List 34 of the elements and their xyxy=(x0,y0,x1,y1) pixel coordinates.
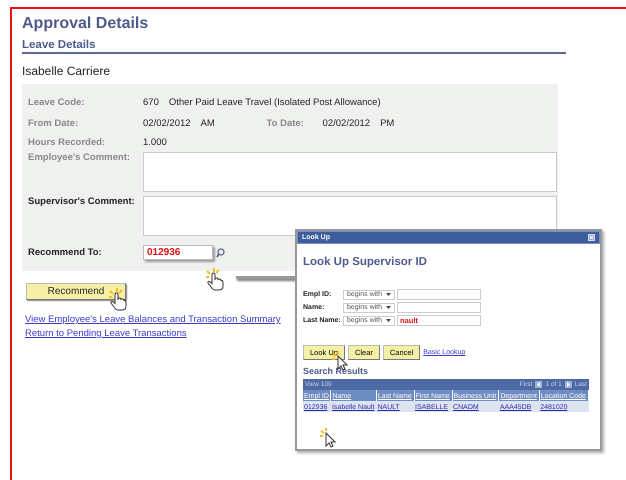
results-heading: Search Results xyxy=(303,366,370,376)
leave-code: 670 xyxy=(143,97,159,108)
recommend-button[interactable]: Recommend xyxy=(26,283,126,300)
page-title: Approval Details xyxy=(22,15,150,33)
criteria-input[interactable] xyxy=(397,302,481,313)
field-label: Hours Recorded: xyxy=(28,136,106,148)
caret-icon xyxy=(386,293,391,296)
previous-icon[interactable] xyxy=(535,381,542,388)
leave-description: Other Paid Leave Travel (Isolated Post Allowance) xyxy=(168,97,381,108)
recommend-input[interactable]: 012936 xyxy=(143,245,213,260)
field-label: Employee's Comment: xyxy=(28,152,132,163)
link[interactable]: Return to Pending Leave Transactions xyxy=(25,328,187,339)
criteria-input[interactable] xyxy=(397,289,481,300)
field-label: From Date: xyxy=(28,118,80,129)
caret-icon xyxy=(386,319,391,322)
next-icon[interactable] xyxy=(564,381,572,388)
hand-cursor-icon xyxy=(205,267,225,291)
arrow-cursor-icon xyxy=(320,428,336,448)
field-label: Leave Code: xyxy=(28,97,86,108)
search-icon[interactable] xyxy=(216,248,225,258)
hand-cursor-icon xyxy=(108,287,128,311)
section-heading: Leave Details xyxy=(22,39,566,54)
from-date: 02/02/2012 xyxy=(143,118,191,129)
field-label: Recommend To: xyxy=(28,247,103,258)
to-date: 02/02/2012 xyxy=(322,118,370,129)
employee-name: Isabelle Carriere xyxy=(22,64,112,78)
caret-icon xyxy=(386,306,391,309)
hours-value: 1.000 xyxy=(143,136,167,148)
link[interactable]: View Employee's Leave Balances and Transaction Summary xyxy=(25,314,281,325)
field-label: Supervisor's Comment: xyxy=(28,196,136,207)
to-period: PM xyxy=(380,118,394,129)
from-period: AM xyxy=(200,118,216,129)
dialog-heading: Look Up Supervisor ID xyxy=(303,256,428,268)
field-label: To Date: xyxy=(266,118,305,129)
